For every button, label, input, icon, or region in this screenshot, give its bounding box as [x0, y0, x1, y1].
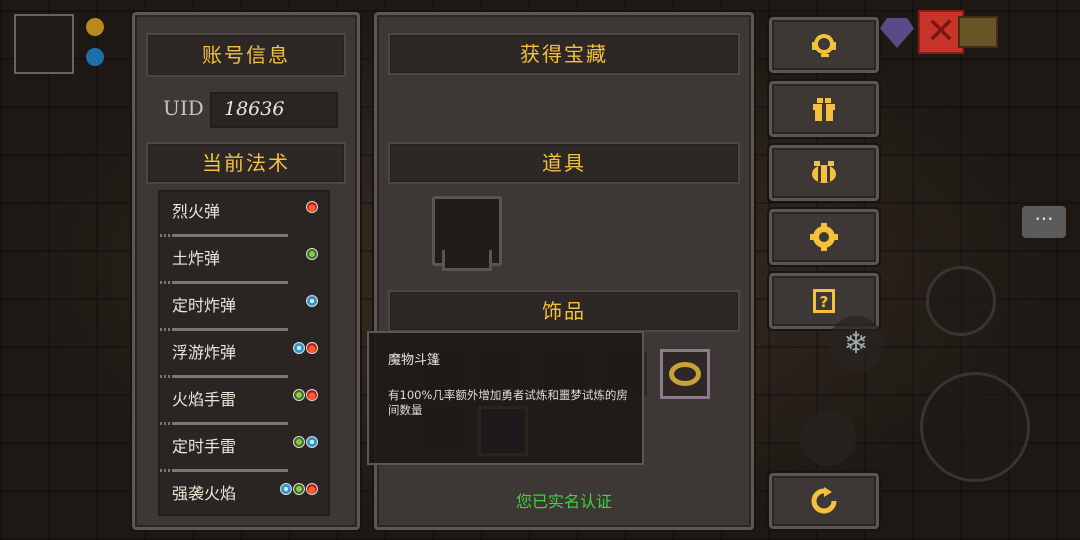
accessory-slot-ring-selected[interactable] [660, 349, 710, 399]
coin-icon [86, 18, 104, 36]
gem-icon [86, 48, 104, 66]
fire-element-icon [306, 389, 318, 401]
spell-divider [160, 328, 288, 331]
spell-divider [160, 234, 288, 237]
close-icon: ✕ [925, 11, 957, 52]
spell-element-icons [293, 389, 318, 401]
gold-ring-icon [669, 362, 701, 386]
fire-element-icon [306, 342, 318, 354]
spell-row[interactable]: 强袭火焰 [160, 474, 328, 514]
spell-element-icons [293, 342, 318, 354]
uid-value: 18636 [224, 98, 285, 120]
customer-service-button[interactable] [769, 17, 879, 73]
bee-icon [812, 161, 836, 183]
earth-element-icon [293, 483, 305, 495]
tooltip-description: 有100%几率额外增加勇者试炼和噩梦试炼的房间数量 [388, 388, 628, 417]
spell-name: 土炸弹 [172, 249, 221, 268]
spell-element-icons [280, 483, 318, 495]
chest-icon [958, 16, 998, 48]
ice-element-icon [306, 295, 318, 307]
gift-icon [813, 98, 835, 121]
settings-button[interactable] [769, 209, 879, 265]
skill-joystick[interactable] [926, 266, 996, 336]
account-info-header: 账号信息 [146, 33, 346, 77]
gift-button[interactable] [769, 81, 879, 137]
spell-row[interactable]: 定时炸弹 [160, 286, 328, 333]
treasure-title: 获得宝藏 [520, 42, 608, 66]
spell-name: 定时炸弹 [172, 296, 237, 315]
customer-service-icon [812, 34, 836, 57]
spell-divider [160, 422, 288, 425]
move-joystick[interactable] [920, 372, 1030, 482]
spell-divider [160, 281, 288, 284]
earth-element-icon [293, 389, 305, 401]
spell-name: 烈火弹 [172, 202, 221, 221]
spell-row[interactable]: 烈火弹 [160, 192, 328, 239]
earth-element-icon [306, 248, 318, 260]
settings-gear-icon [810, 223, 838, 251]
earth-element-icon [293, 436, 305, 448]
treasure-header: 获得宝藏 [388, 33, 740, 75]
spell-name: 定时手雷 [172, 437, 237, 456]
verified-status-text: 您已实名认证 [515, 492, 612, 511]
spell-element-icons [306, 201, 318, 213]
spell-name: 强袭火焰 [172, 484, 237, 503]
refresh-button[interactable] [769, 473, 879, 529]
fire-skill-icon[interactable] [800, 410, 856, 466]
spell-row[interactable]: 土炸弹 [160, 239, 328, 286]
item-tooltip: 魔物斗篷 有100%几率额外增加勇者试炼和噩梦试炼的房间数量 [367, 331, 644, 465]
refresh-icon [811, 487, 837, 514]
fire-element-icon [306, 483, 318, 495]
bee-button[interactable] [769, 145, 879, 201]
current-spells-title: 当前法术 [202, 151, 290, 175]
ice-element-icon [306, 436, 318, 448]
tooltip-item-name: 魔物斗篷 [388, 353, 441, 368]
spell-divider [160, 375, 288, 378]
spell-element-icons [306, 295, 318, 307]
spell-element-icons [293, 436, 318, 448]
chat-bubble-icon[interactable]: ··· [1022, 206, 1066, 238]
spell-name: 浮游炸弹 [172, 343, 237, 362]
spell-row[interactable]: 定时手雷 [160, 427, 328, 474]
ice-element-icon [280, 483, 292, 495]
item-slot-tab [442, 250, 492, 271]
items-title: 道具 [542, 151, 586, 175]
spell-divider [160, 469, 288, 472]
uid-label: UID [163, 96, 204, 120]
spell-row[interactable]: 浮游炸弹 [160, 333, 328, 380]
items-header: 道具 [388, 142, 740, 184]
fire-element-icon [306, 201, 318, 213]
svg-text:?: ? [820, 293, 829, 311]
spell-element-icons [306, 248, 318, 260]
spell-list[interactable]: 烈火弹土炸弹定时炸弹浮游炸弹火焰手雷定时手雷强袭火焰 [158, 190, 330, 516]
spell-name: 火焰手雷 [172, 390, 237, 409]
help-book-icon: ? [813, 289, 835, 313]
freeze-skill-icon[interactable]: ❄ [828, 316, 884, 372]
player-avatar[interactable] [14, 14, 74, 74]
ice-element-icon [293, 342, 305, 354]
current-spells-header: 当前法术 [146, 142, 346, 184]
account-info-title: 账号信息 [202, 43, 290, 67]
accessories-title: 饰品 [542, 299, 586, 323]
spell-row[interactable]: 火焰手雷 [160, 380, 328, 427]
accessories-header: 饰品 [388, 290, 740, 332]
uid-field: 18636 [210, 92, 338, 128]
